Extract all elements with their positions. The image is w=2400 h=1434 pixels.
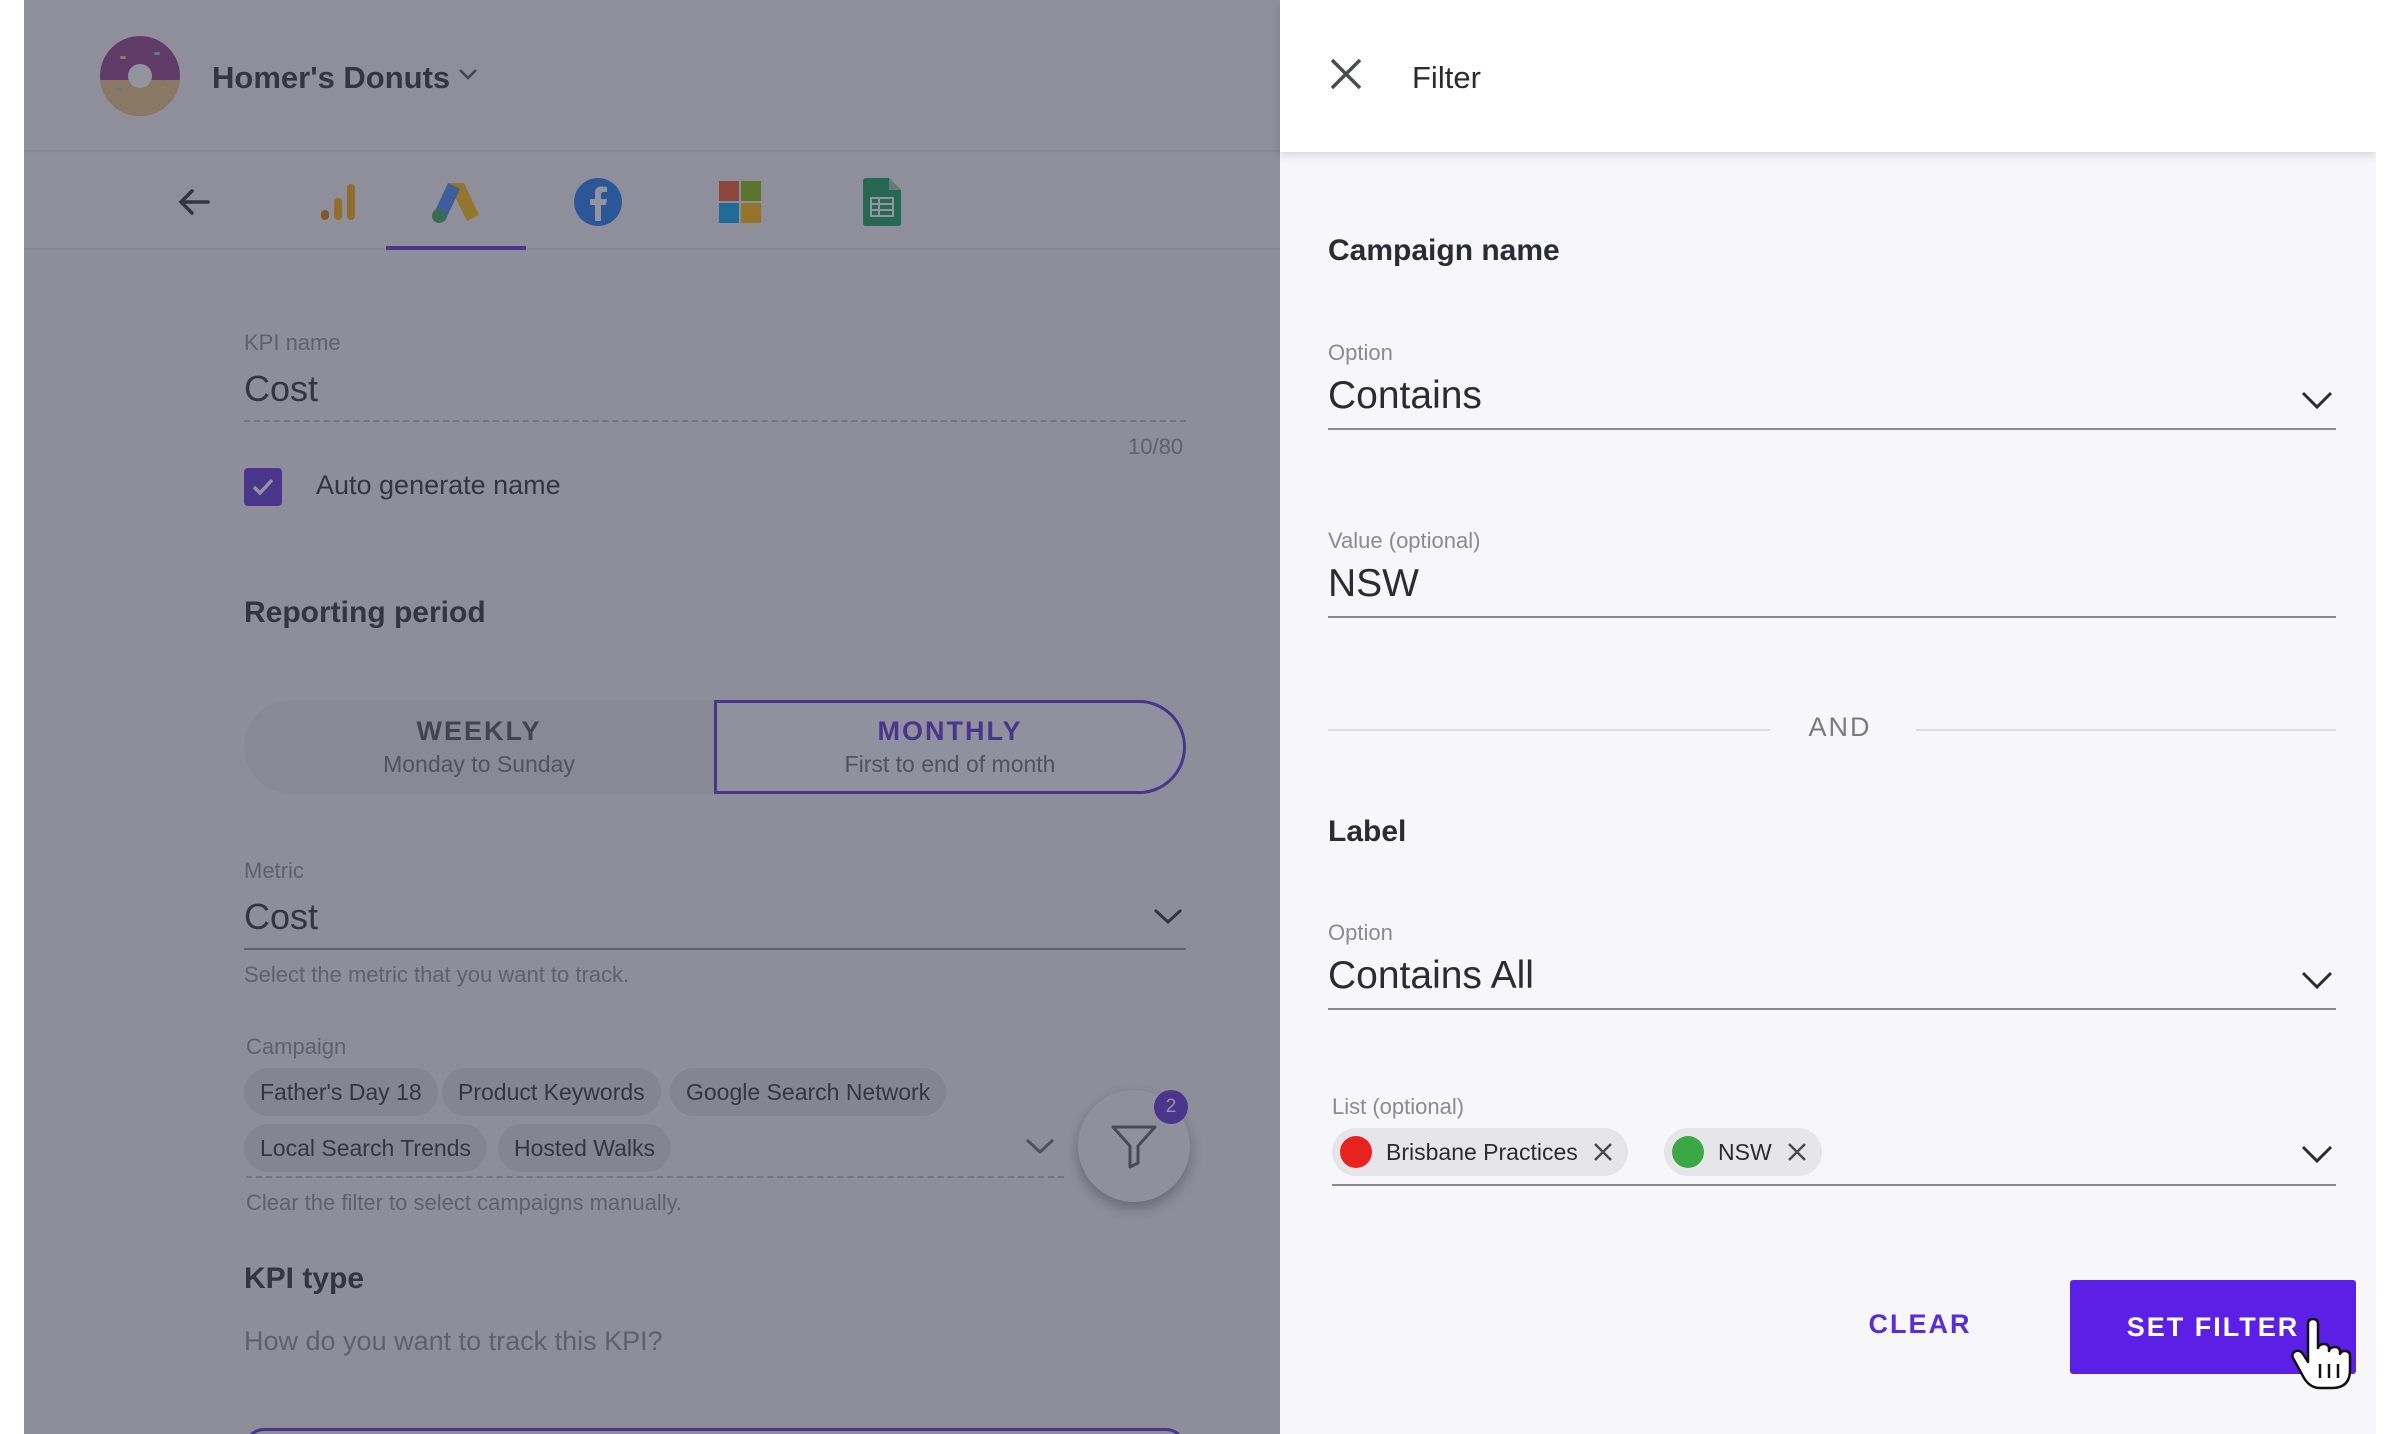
campaign-helper: Clear the filter to select campaigns man… [246,1190,683,1215]
kpi-name-counter: 10/80 [1128,434,1184,459]
label-list-underline [1332,1184,2336,1186]
metric-underline [244,948,1186,950]
filter-count-badge: 2 [1154,1090,1188,1124]
weekly-option[interactable]: WEEKLY Monday to Sunday [244,700,714,794]
campaign-option-label: Option [1328,340,1393,365]
auto-generate-label: Auto generate name [316,470,561,500]
tab-microsoft[interactable] [670,154,810,250]
google-ads-icon [432,183,479,223]
weekly-label: WEEKLY [416,716,542,746]
hand-cursor-icon [2291,1318,2352,1390]
label-option-label: Option [1328,920,1393,945]
campaign-value-label: Value (optional) [1328,528,1481,553]
campaign-value-underline [1328,616,2336,618]
campaign-option-underline [1328,428,2336,430]
divider [1916,729,2336,731]
label-tag: Brisbane Practices [1332,1128,1628,1176]
kpi-name-label: KPI name [244,330,341,355]
campaign-underline [246,1176,1064,1178]
monthly-sub: First to end of month [844,751,1056,777]
top-bar: Homer's Donuts [24,0,1280,152]
label-option-select[interactable]: Contains All [1328,954,1534,998]
monthly-option[interactable]: MONTHLY First to end of month [714,700,1186,794]
back-arrow-icon[interactable] [124,154,264,250]
checkmark-icon [252,478,274,496]
label-option-underline [1328,1008,2336,1010]
close-icon[interactable] [1328,56,1364,92]
tab-google-sheets[interactable] [812,154,952,250]
weekly-sub: Monday to Sunday [383,751,575,777]
tab-facebook[interactable] [528,154,668,250]
tag-label: NSW [1718,1138,1772,1165]
campaign-chip: Hosted Walks [498,1124,672,1172]
campaign-chip: Father's Day 18 [244,1068,438,1116]
monthly-label: MONTHLY [877,716,1023,746]
brand-name[interactable]: Homer's Donuts [212,60,450,96]
tag-color-dot [1340,1136,1372,1168]
tag-label: Brisbane Practices [1386,1138,1578,1165]
filter-panel-header: Filter [1280,0,2376,152]
tab-google-ads[interactable] [386,154,526,250]
metric-label: Metric [244,858,304,883]
chevron-down-icon[interactable] [2300,970,2334,990]
kpi-editor: Homer's Donuts KPI name Cost 10/80 Auto … [24,0,1280,1434]
campaign-chip: Google Search Network [670,1068,947,1116]
integration-tabs [24,154,1280,250]
kpi-type-question: How do you want to track this KPI? [244,1326,663,1356]
metric-select[interactable]: Cost [244,896,318,938]
filter-panel-title: Filter [1412,60,1481,95]
app-window: Homer's Donuts KPI name Cost 10/80 Auto … [24,0,2376,1434]
filter-panel: Filter Campaign name Option Contains Val… [1280,0,2376,1434]
kpi-name-underline [244,420,1186,422]
divider [1328,729,1770,731]
campaign-label: Campaign [246,1034,347,1059]
campaign-name-title: Campaign name [1328,234,1560,267]
campaign-chip: Product Keywords [442,1068,661,1116]
google-sheets-icon [863,178,901,226]
google-analytics-icon [321,184,355,220]
chevron-down-icon[interactable] [1152,906,1184,926]
chevron-down-icon[interactable] [2300,1144,2334,1164]
metric-helper: Select the metric that you want to track… [244,962,630,987]
label-list-label: List (optional) [1332,1094,1465,1119]
label-tag: NSW [1664,1128,1822,1176]
clear-button[interactable]: CLEAR [1840,1296,2000,1352]
microsoft-icon [719,181,761,223]
filter-icon [1111,1125,1157,1169]
auto-generate-checkbox[interactable] [244,468,282,506]
kpi-type-toggle[interactable] [244,1428,1186,1434]
kpi-name-input[interactable]: Cost [244,368,318,410]
chevron-down-icon[interactable] [456,62,480,86]
chevron-down-icon[interactable] [2300,390,2334,410]
reporting-period-toggle: WEEKLY Monday to Sunday MONTHLY First to… [244,700,1186,794]
tag-color-dot [1672,1136,1704,1168]
and-separator: AND [1808,712,1872,742]
label-section-title: Label [1328,815,1407,848]
kpi-type-title: KPI type [244,1262,365,1295]
campaign-value-input[interactable]: NSW [1328,562,1419,606]
chevron-down-icon[interactable] [1024,1136,1056,1156]
campaign-option-select[interactable]: Contains [1328,374,1482,418]
campaign-chip: Local Search Trends [244,1124,487,1172]
remove-icon[interactable] [1592,1141,1614,1163]
remove-icon[interactable] [1786,1141,1808,1163]
reporting-period-title: Reporting period [244,596,486,629]
facebook-icon [574,178,622,226]
brand-avatar[interactable] [100,36,180,116]
